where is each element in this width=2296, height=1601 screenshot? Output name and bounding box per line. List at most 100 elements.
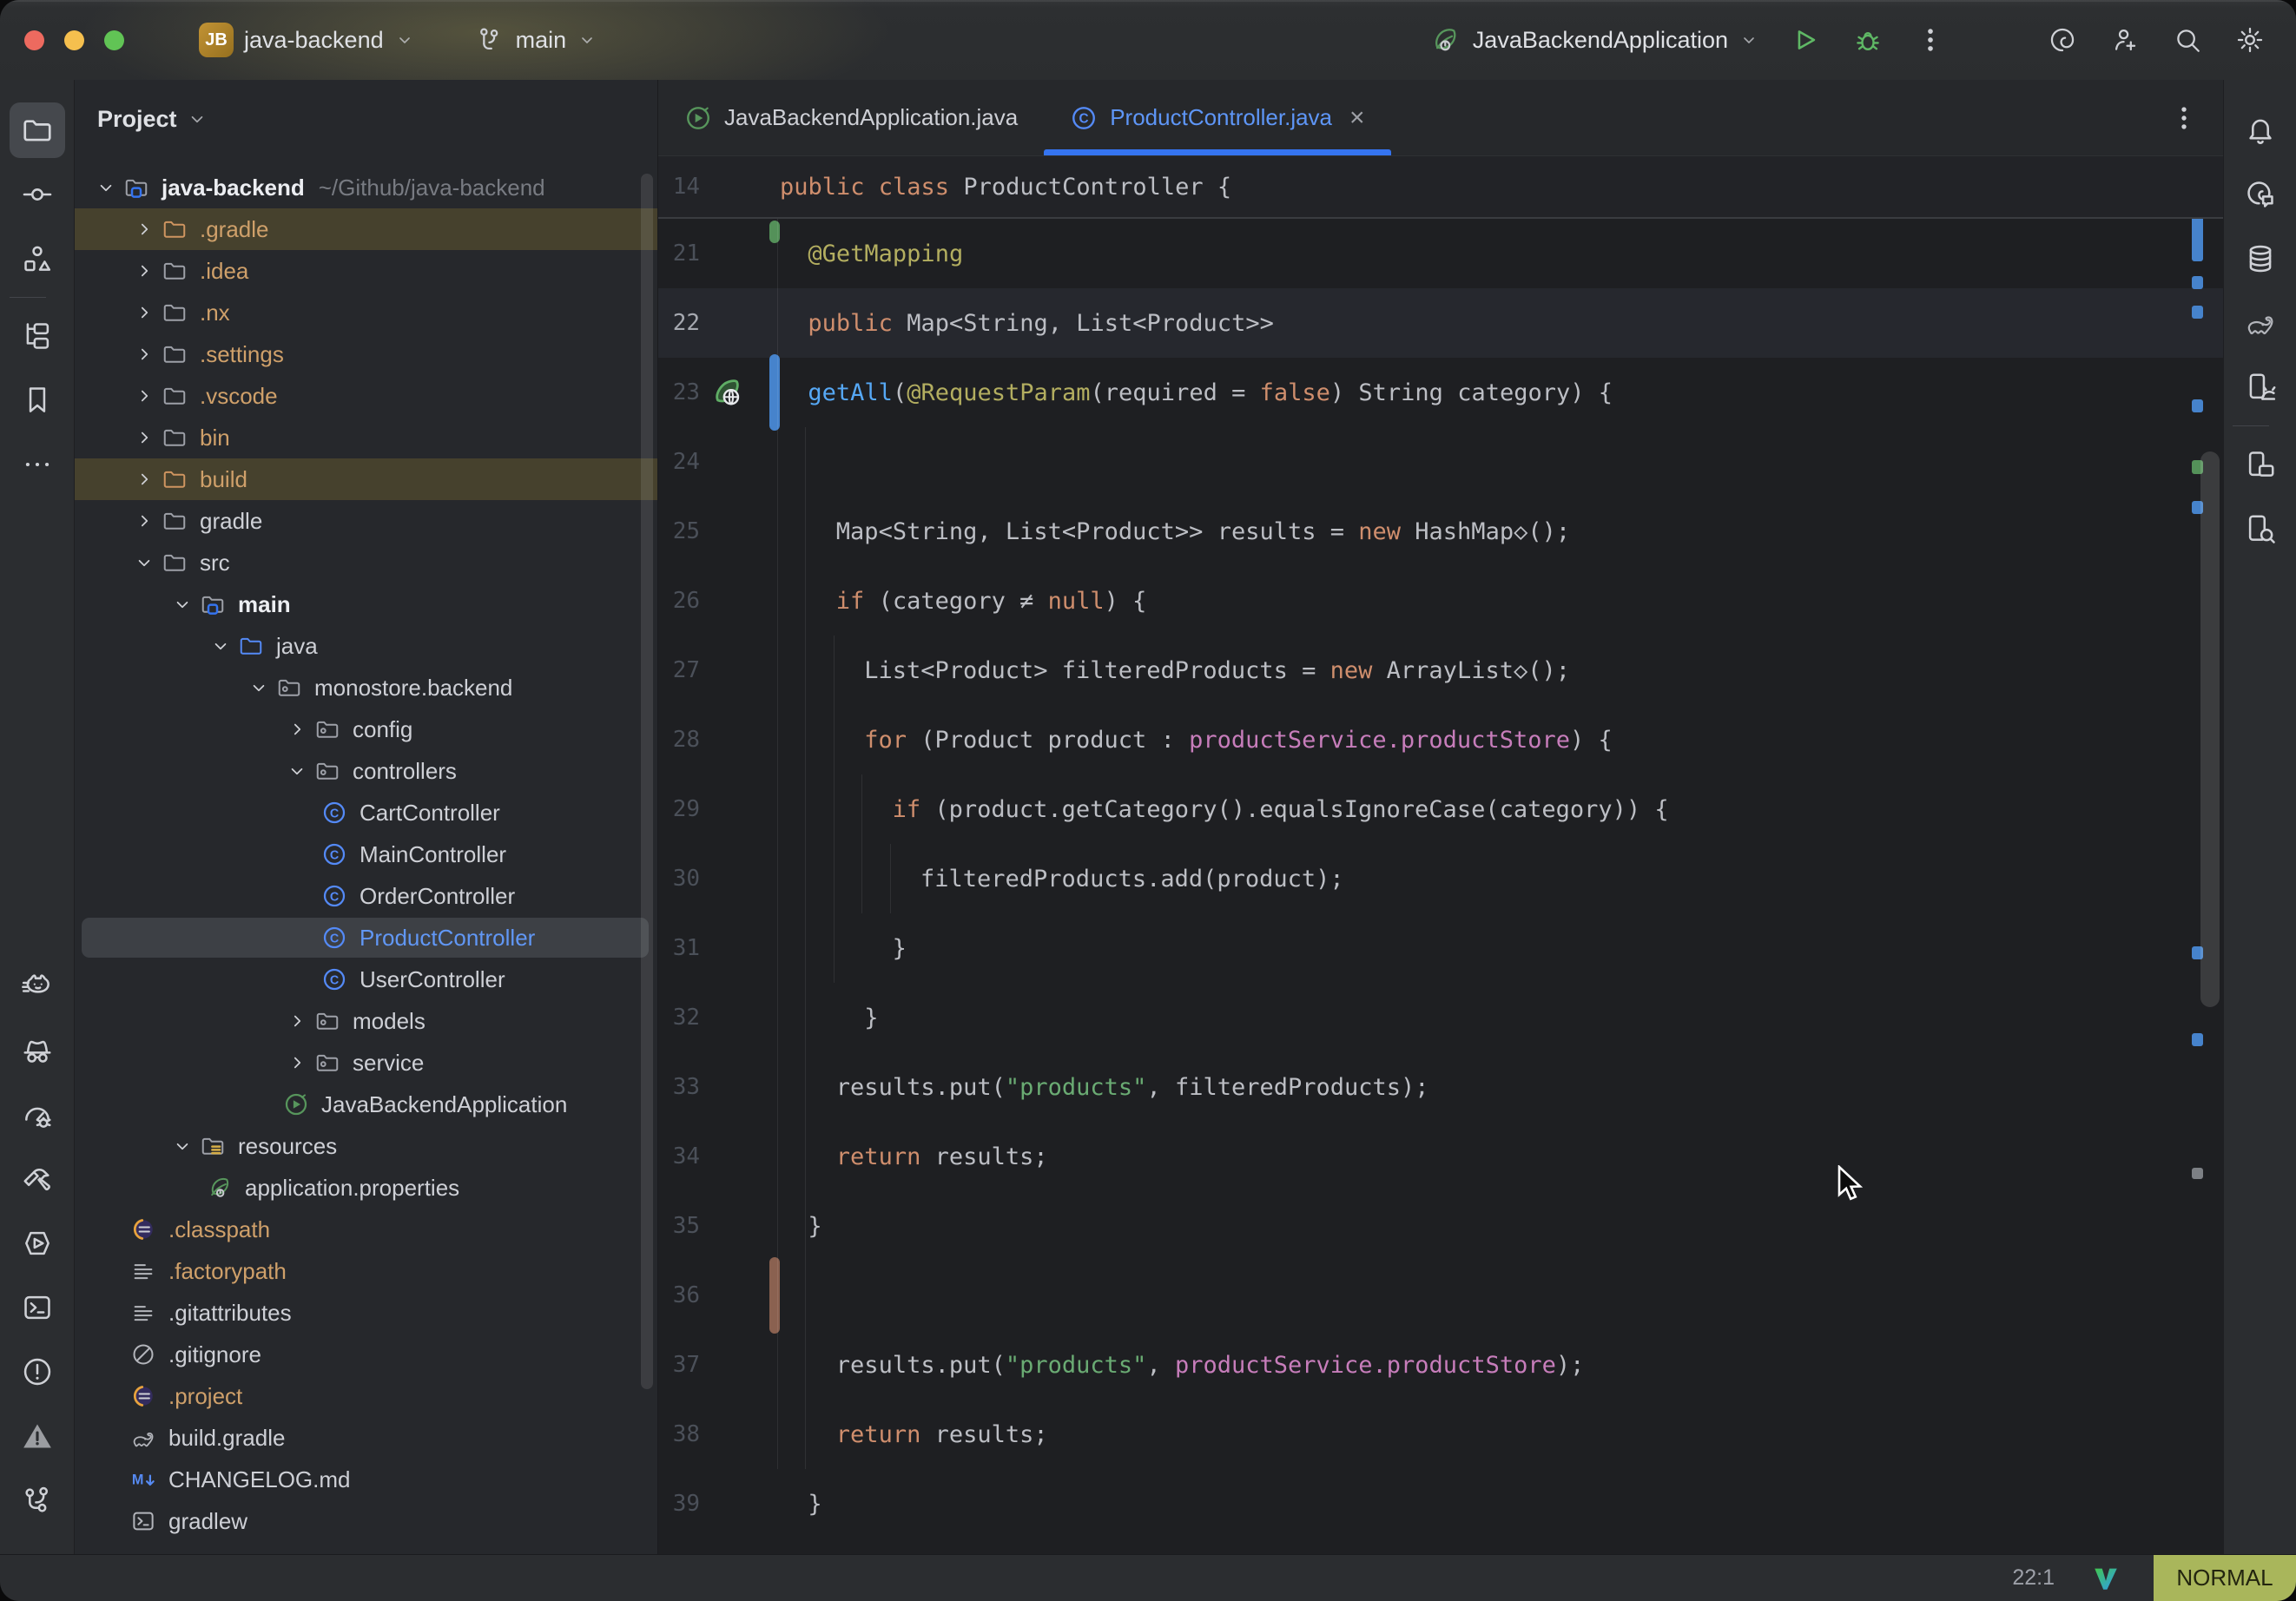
tree-item-main[interactable]: main bbox=[75, 583, 657, 625]
tree-item-java-backend[interactable]: java-backend~/Github/java-backend bbox=[75, 167, 657, 208]
line-number[interactable]: 39 bbox=[658, 1491, 700, 1517]
database-icon[interactable] bbox=[2233, 231, 2288, 287]
build-hammer-icon[interactable] bbox=[10, 1151, 65, 1207]
terminal-icon[interactable] bbox=[10, 1280, 65, 1335]
tree-item--classpath[interactable]: .classpath bbox=[75, 1209, 657, 1250]
run-configuration-widget[interactable]: JavaBackendApplication bbox=[1429, 23, 1759, 56]
profiler-icon[interactable] bbox=[10, 1087, 65, 1143]
chevron-right-icon[interactable] bbox=[129, 255, 160, 287]
code-line-30[interactable]: 30filteredProducts.add(product); bbox=[658, 844, 2223, 913]
code-with-me-user-plus-icon[interactable] bbox=[2108, 23, 2141, 56]
gutter[interactable]: 23 bbox=[658, 358, 780, 427]
tree-item-gradlew[interactable]: gradlew bbox=[75, 1500, 657, 1542]
settings-gear-icon[interactable] bbox=[2233, 23, 2266, 56]
chevron-right-icon[interactable] bbox=[129, 422, 160, 453]
tree-item-resources[interactable]: resources bbox=[75, 1125, 657, 1167]
tree-item-models[interactable]: models bbox=[75, 1000, 657, 1042]
chevron-down-icon[interactable] bbox=[129, 547, 160, 578]
tree-item-gradle[interactable]: gradle bbox=[75, 500, 657, 542]
tree-item-monostore-backend[interactable]: monostore.backend bbox=[75, 667, 657, 708]
tree-item-maincontroller[interactable]: CMainController bbox=[75, 833, 657, 875]
gutter[interactable]: 22 bbox=[658, 288, 780, 358]
line-number[interactable]: 33 bbox=[658, 1074, 700, 1100]
sticky-line[interactable]: 14public class ProductController { bbox=[658, 156, 2223, 219]
chevron-down-icon[interactable] bbox=[167, 1130, 198, 1162]
gutter[interactable]: 35 bbox=[658, 1191, 780, 1261]
code-line-23[interactable]: 23getAll(@RequestParam(required = false)… bbox=[658, 358, 2223, 427]
gutter[interactable]: 28 bbox=[658, 705, 780, 774]
gutter[interactable]: 25 bbox=[658, 497, 780, 566]
incognito-icon[interactable] bbox=[10, 1023, 65, 1078]
debug-button[interactable] bbox=[1851, 23, 1884, 56]
gutter[interactable]: 26 bbox=[658, 566, 780, 636]
ideavim-icon[interactable] bbox=[2091, 1564, 2121, 1593]
line-number[interactable]: 24 bbox=[658, 449, 700, 475]
tree-item-bin[interactable]: bin bbox=[75, 417, 657, 458]
editor-tab[interactable]: CProductController.java× bbox=[1044, 80, 1390, 155]
line-number[interactable]: 36 bbox=[658, 1282, 700, 1308]
line-number[interactable]: 21 bbox=[658, 240, 700, 267]
tree-item-build[interactable]: build bbox=[75, 458, 657, 500]
tree-item-service[interactable]: service bbox=[75, 1042, 657, 1084]
code-editor[interactable]: 21@GetMapping22public Map<String, List<P… bbox=[658, 156, 2223, 1554]
editor-tab[interactable]: JavaBackendApplication.java bbox=[658, 80, 1044, 155]
tree-item--vscode[interactable]: .vscode bbox=[75, 375, 657, 417]
line-number[interactable]: 28 bbox=[658, 727, 700, 753]
commit-icon[interactable] bbox=[10, 167, 65, 222]
tree-item--gradle[interactable]: .gradle bbox=[75, 208, 657, 250]
line-number[interactable]: 22 bbox=[658, 310, 700, 336]
code-line-34[interactable]: 34return results; bbox=[658, 1122, 2223, 1191]
line-number[interactable]: 30 bbox=[658, 866, 700, 892]
gradle-icon[interactable] bbox=[2233, 295, 2288, 351]
editor-scrollbar[interactable] bbox=[2200, 451, 2220, 1007]
rest-endpoint-icon[interactable] bbox=[709, 374, 745, 411]
chevron-down-icon[interactable] bbox=[186, 108, 208, 130]
gutter[interactable]: 34 bbox=[658, 1122, 780, 1191]
running-devices-icon[interactable] bbox=[2233, 437, 2288, 492]
gutter[interactable]: 21 bbox=[658, 219, 780, 288]
tree-item--project[interactable]: .project bbox=[75, 1375, 657, 1417]
line-number[interactable]: 25 bbox=[658, 518, 700, 544]
chevron-right-icon[interactable] bbox=[129, 297, 160, 328]
tree-item-changelog-md[interactable]: MCHANGELOG.md bbox=[75, 1459, 657, 1500]
line-number[interactable]: 35 bbox=[658, 1213, 700, 1239]
gutter[interactable]: 30 bbox=[658, 844, 780, 913]
chevron-right-icon[interactable] bbox=[281, 1005, 313, 1037]
change-stripe-mark[interactable] bbox=[2192, 399, 2203, 412]
code-line-29[interactable]: 29if (product.getCategory().equalsIgnore… bbox=[658, 774, 2223, 844]
gutter[interactable]: 36 bbox=[658, 1261, 780, 1330]
hierarchy-icon[interactable] bbox=[10, 308, 65, 364]
code-line-22[interactable]: 22public Map<String, List<Product>> bbox=[658, 288, 2223, 358]
tree-item-usercontroller[interactable]: CUserController bbox=[75, 959, 657, 1000]
gutter[interactable]: 39 bbox=[658, 1469, 780, 1538]
services-icon[interactable] bbox=[10, 1216, 65, 1271]
project-tree-scrollbar[interactable] bbox=[641, 174, 653, 1389]
tree-item--settings[interactable]: .settings bbox=[75, 333, 657, 375]
added-lines-marker[interactable] bbox=[769, 221, 780, 243]
minimize-window-button[interactable] bbox=[64, 30, 84, 50]
chevron-right-icon[interactable] bbox=[129, 380, 160, 412]
code-line-38[interactable]: 38return results; bbox=[658, 1400, 2223, 1469]
gutter[interactable]: 37 bbox=[658, 1330, 780, 1400]
tree-item-java[interactable]: java bbox=[75, 625, 657, 667]
tree-item--factorypath[interactable]: .factorypath bbox=[75, 1250, 657, 1292]
chevron-down-icon[interactable] bbox=[205, 630, 236, 662]
code-line-33[interactable]: 33results.put("products", filteredProduc… bbox=[658, 1052, 2223, 1122]
code-line-32[interactable]: 32} bbox=[658, 983, 2223, 1052]
chevron-down-icon[interactable] bbox=[281, 755, 313, 787]
line-number[interactable]: 37 bbox=[658, 1352, 700, 1378]
code-line-26[interactable]: 26if (category ≠ null) { bbox=[658, 566, 2223, 636]
code-line-28[interactable]: 28for (Product product : productService.… bbox=[658, 705, 2223, 774]
code-line-36[interactable]: 36 bbox=[658, 1261, 2223, 1330]
code-line-24[interactable]: 24 bbox=[658, 427, 2223, 497]
structure-icon[interactable] bbox=[10, 231, 65, 287]
project-folder-icon[interactable] bbox=[10, 102, 65, 158]
chevron-right-icon[interactable] bbox=[129, 339, 160, 370]
close-tab-icon[interactable]: × bbox=[1349, 105, 1365, 131]
caret-position[interactable]: 22:1 bbox=[2012, 1565, 2055, 1591]
warning-icon[interactable] bbox=[10, 1408, 65, 1464]
tree-item--nx[interactable]: .nx bbox=[75, 292, 657, 333]
code-line-27[interactable]: 27List<Product> filteredProducts = new A… bbox=[658, 636, 2223, 705]
code-line-39[interactable]: 39} bbox=[658, 1469, 2223, 1538]
gutter[interactable]: 29 bbox=[658, 774, 780, 844]
